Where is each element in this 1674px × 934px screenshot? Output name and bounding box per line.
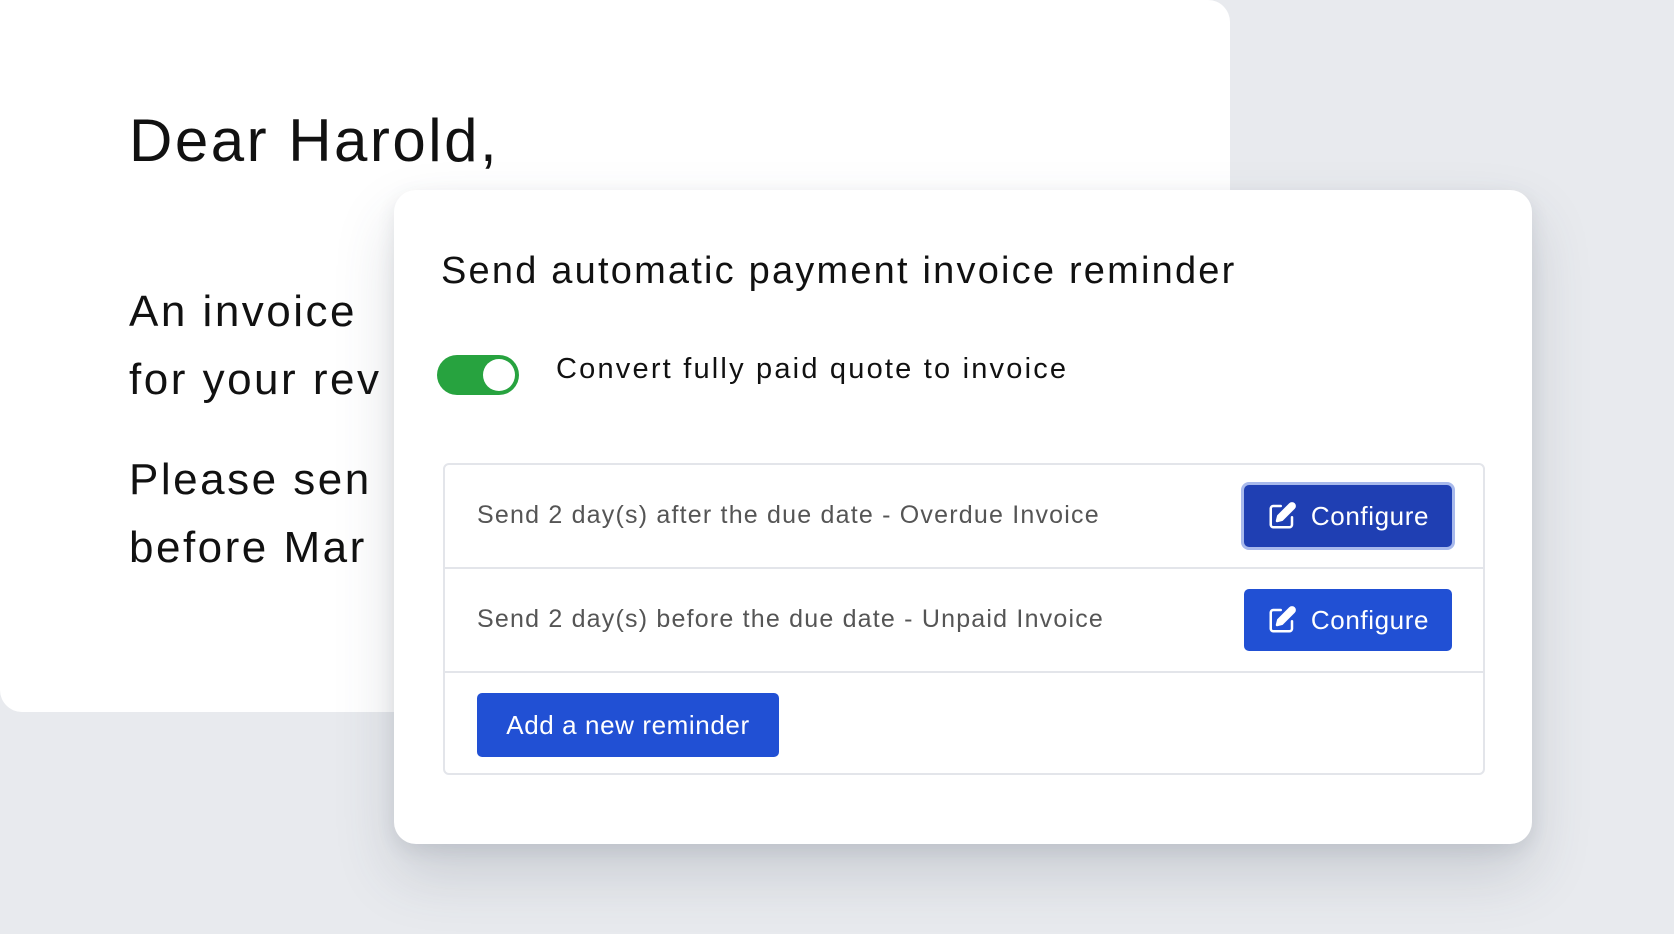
configure-button[interactable]: Configure [1244, 589, 1452, 651]
letter-line: for your rev [129, 355, 382, 404]
configure-button[interactable]: Configure [1244, 485, 1452, 547]
toggle-knob [483, 359, 515, 391]
configure-button-label: Configure [1310, 500, 1430, 531]
reminder-row: Send 2 day(s) after the due date - Overd… [445, 465, 1483, 569]
panel-title: Send automatic payment invoice reminder [441, 250, 1237, 292]
configure-button-label: Configure [1310, 604, 1430, 635]
reminder-description: Send 2 day(s) after the due date - Overd… [477, 501, 1100, 529]
edit-icon [1269, 502, 1296, 529]
letter-line: An invoice [129, 287, 358, 336]
reminder-row: Send 2 day(s) before the due date - Unpa… [445, 569, 1483, 673]
add-reminder-button[interactable]: Add a new reminder [477, 693, 779, 757]
letter-line: before Mar [129, 523, 367, 572]
reminder-description: Send 2 day(s) before the due date - Unpa… [477, 605, 1105, 633]
add-reminder-row: Add a new reminder [445, 673, 1483, 777]
edit-icon [1269, 606, 1296, 633]
reminder-settings-panel: Send automatic payment invoice reminder … [394, 190, 1532, 844]
convert-quote-toggle[interactable] [437, 355, 519, 395]
convert-quote-toggle-label: Convert fully paid quote to invoice [556, 353, 1069, 385]
letter-line: Please sen [129, 455, 372, 504]
reminder-list: Send 2 day(s) after the due date - Overd… [443, 463, 1485, 775]
letter-greeting: Dear Harold, [129, 107, 500, 174]
